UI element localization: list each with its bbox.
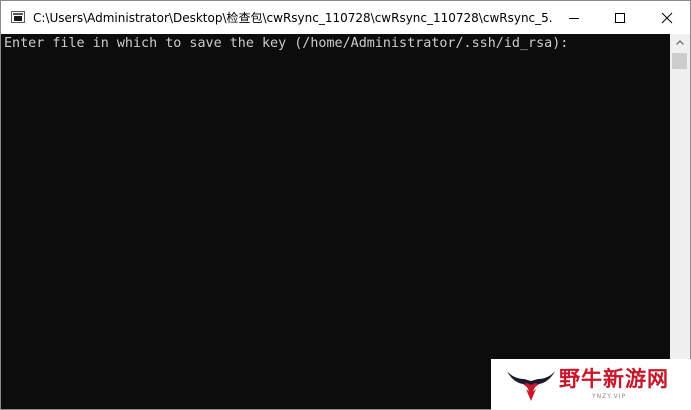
close-button[interactable] xyxy=(644,1,690,34)
console-icon[interactable] xyxy=(11,11,25,23)
console-line: Enter file in which to save the key (/ho… xyxy=(4,36,569,51)
close-icon xyxy=(661,12,673,24)
chevron-up-icon xyxy=(676,40,684,45)
title-bar[interactable]: C:\Users\Administrator\Desktop\检查包\cwRsy… xyxy=(1,1,690,34)
watermark: 野牛新游网 YNZY.VIP xyxy=(491,359,691,410)
console-window: C:\Users\Administrator\Desktop\检查包\cwRsy… xyxy=(0,0,691,410)
maximize-icon xyxy=(615,13,625,23)
scroll-up-button[interactable] xyxy=(670,34,690,51)
vertical-scrollbar[interactable] xyxy=(670,34,690,409)
watermark-name: 野牛新游网 xyxy=(559,367,669,391)
maximize-button[interactable] xyxy=(597,1,643,34)
scrollbar-thumb[interactable] xyxy=(672,53,687,69)
minimize-button[interactable] xyxy=(551,1,597,34)
minimize-icon xyxy=(569,18,579,19)
bull-logo-icon xyxy=(507,371,555,401)
window-title: C:\Users\Administrator\Desktop\检查包\cwRsy… xyxy=(33,11,553,25)
console-output[interactable]: Enter file in which to save the key (/ho… xyxy=(1,34,670,409)
watermark-subtitle: YNZY.VIP xyxy=(592,393,627,400)
